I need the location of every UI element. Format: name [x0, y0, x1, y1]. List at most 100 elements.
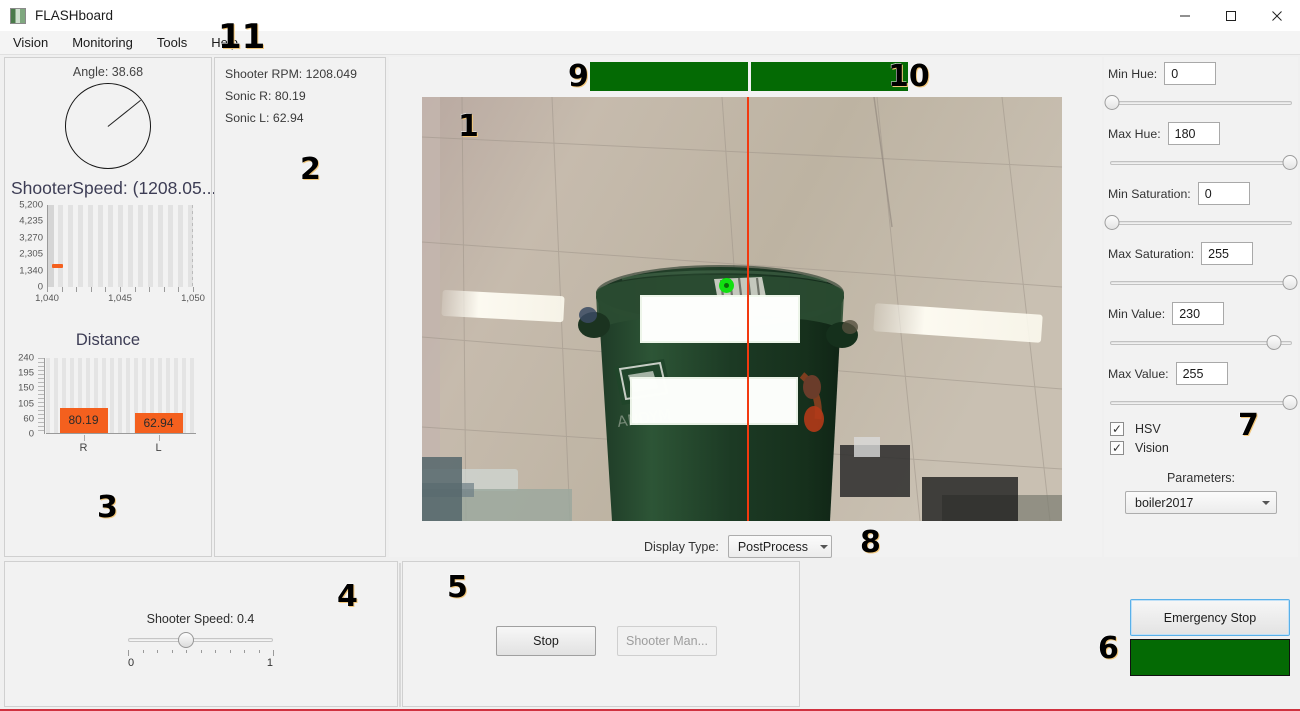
indicator-bar-left — [590, 62, 748, 91]
angle-gauge — [5, 83, 211, 169]
distance-y-tick: 105 — [18, 398, 34, 410]
shooter-speed-range-labels: 0 1 — [128, 657, 273, 669]
hsv-checkbox[interactable]: ✓ — [1110, 422, 1124, 436]
max-saturation-thumb[interactable] — [1282, 275, 1298, 290]
shooterspeed-x-tick — [76, 287, 78, 292]
distance-chart: 240 195 150 105 60 0 80.19 62.94 RL — [11, 353, 203, 458]
shooter-speed-tick — [200, 650, 202, 653]
min-saturation-row: Min Saturation: 0 — [1104, 182, 1298, 205]
shooterspeed-x-tick — [134, 287, 136, 292]
distance-bar: 80.19 — [59, 407, 108, 433]
shooterspeed-x-tick — [163, 287, 165, 292]
min-saturation-label: Min Saturation: — [1108, 186, 1191, 201]
distance-y-axis: 240 195 150 105 60 0 — [11, 353, 37, 440]
min-value-thumb[interactable] — [1266, 335, 1282, 350]
min-value-slider[interactable] — [1110, 334, 1292, 352]
shooter-speed-control: Shooter Speed: 0.4 0 1 — [128, 612, 274, 669]
stop-button[interactable]: Stop — [496, 626, 596, 656]
min-value-label: Min Value: — [1108, 306, 1166, 321]
max-value-thumb[interactable] — [1282, 395, 1298, 410]
target-marker-icon — [719, 278, 734, 293]
vision-checkbox-row[interactable]: ✓ Vision — [1104, 441, 1298, 455]
parameters-select[interactable]: boiler2017 — [1125, 491, 1277, 514]
readout-panel: Shooter RPM: 1208.049 Sonic R: 80.19 Son… — [214, 57, 386, 557]
max-hue-track — [1110, 161, 1292, 165]
readout-shooter-rpm: Shooter RPM: 1208.049 — [225, 67, 357, 81]
max-hue-slider[interactable] — [1110, 154, 1298, 172]
max-hue-label: Max Hue: — [1108, 126, 1161, 141]
max-hue-field[interactable]: 180 — [1167, 122, 1220, 145]
minimize-icon[interactable] — [1162, 0, 1208, 31]
min-hue-field[interactable]: 0 — [1164, 62, 1217, 85]
min-hue-row: Min Hue: 0 — [1104, 62, 1298, 85]
camera-feed-image[interactable]: ANDYM — [422, 97, 1062, 521]
hsv-controls-panel: Min Hue: 0 Max Hue: 180 Min Saturation: … — [1104, 57, 1298, 557]
shooterspeed-y-tick: 1,340 — [19, 265, 43, 277]
menu-item-tools[interactable]: Tools — [146, 32, 198, 53]
angle-label: Angle: 38.68 — [72, 65, 144, 79]
maximize-icon[interactable] — [1208, 0, 1254, 31]
distance-chart-title: Distance — [75, 331, 141, 349]
shooterspeed-x-label: 1,050 — [181, 293, 205, 304]
readout-sonic-r: Sonic R: 80.19 — [225, 89, 306, 103]
shooterspeed-left-band — [48, 205, 54, 287]
shooterspeed-y-tick: 4,235 — [19, 215, 43, 227]
chevron-down-icon — [819, 544, 828, 549]
min-saturation-slider[interactable] — [1104, 214, 1292, 232]
distance-x-tick — [83, 435, 85, 441]
close-icon[interactable] — [1254, 0, 1300, 31]
max-saturation-field[interactable]: 255 — [1201, 242, 1254, 265]
shooter-speed-min-label: 0 — [128, 657, 135, 669]
menu-item-help[interactable]: Help — [200, 32, 249, 53]
shooterspeed-y-axis: 5,200 4,235 3,270 2,305 1,340 0 — [11, 200, 45, 293]
distance-tick-rail — [38, 358, 45, 434]
shooter-speed-thumb[interactable] — [178, 632, 194, 648]
shooterspeed-y-tick: 0 — [37, 281, 43, 293]
max-saturation-track — [1110, 281, 1292, 285]
emergency-stop-button[interactable]: Emergency Stop — [1130, 599, 1290, 636]
hsv-checkbox-row[interactable]: ✓ HSV — [1104, 422, 1298, 436]
shooter-speed-panel: Shooter Speed: 0.4 0 1 — [4, 561, 398, 707]
min-value-field[interactable]: 230 — [1172, 302, 1225, 325]
crosshair-line — [747, 97, 749, 521]
indicator-bar-right — [750, 62, 908, 91]
callout-6: 6 — [1098, 631, 1119, 666]
max-saturation-slider[interactable] — [1110, 274, 1298, 292]
camera-feed-svg: ANDYM — [422, 97, 1062, 521]
max-value-slider[interactable] — [1110, 394, 1298, 412]
shooterspeed-x-tick — [178, 287, 180, 292]
min-hue-track — [1110, 101, 1292, 105]
vision-checkbox[interactable]: ✓ — [1110, 441, 1124, 455]
shooterspeed-x-tick — [105, 287, 107, 292]
gauge-needle — [107, 99, 142, 128]
display-type-select[interactable]: PostProcess — [727, 535, 832, 558]
min-hue-thumb[interactable] — [1104, 95, 1120, 110]
min-saturation-thumb[interactable] — [1104, 215, 1120, 230]
vision-checkbox-label: Vision — [1135, 441, 1169, 455]
max-value-field[interactable]: 255 — [1175, 362, 1228, 385]
menu-item-vision[interactable]: Vision — [2, 32, 59, 53]
app-icon — [10, 7, 26, 24]
menu-bar: Vision Monitoring Tools Help — [0, 31, 1300, 55]
max-value-row: Max Value: 255 — [1104, 362, 1298, 385]
panel-divider — [399, 563, 401, 707]
shooter-speed-tick — [142, 650, 144, 653]
shooter-buttons-panel: Stop Shooter Man... — [402, 561, 800, 707]
shooterspeed-x-label: 1,045 — [108, 293, 132, 304]
shooter-speed-tick — [229, 650, 231, 653]
min-value-track — [1110, 341, 1292, 345]
button-row: Stop Shooter Man... — [496, 626, 717, 656]
min-hue-slider[interactable] — [1104, 94, 1292, 112]
distance-x-tick — [158, 435, 160, 441]
parameters-label: Parameters: — [1166, 471, 1236, 485]
shooterspeed-x-tick — [61, 287, 63, 292]
shooter-speed-max-label: 1 — [266, 657, 273, 669]
shooterspeed-y-tick: 2,305 — [19, 248, 43, 260]
shooter-speed-slider[interactable] — [128, 632, 273, 648]
max-hue-thumb[interactable] — [1282, 155, 1298, 170]
indicator-bars — [590, 62, 908, 91]
max-saturation-row: Max Saturation: 255 — [1104, 242, 1298, 265]
shooterspeed-data-point — [52, 263, 64, 268]
min-saturation-field[interactable]: 0 — [1197, 182, 1250, 205]
menu-item-monitoring[interactable]: Monitoring — [61, 32, 144, 53]
